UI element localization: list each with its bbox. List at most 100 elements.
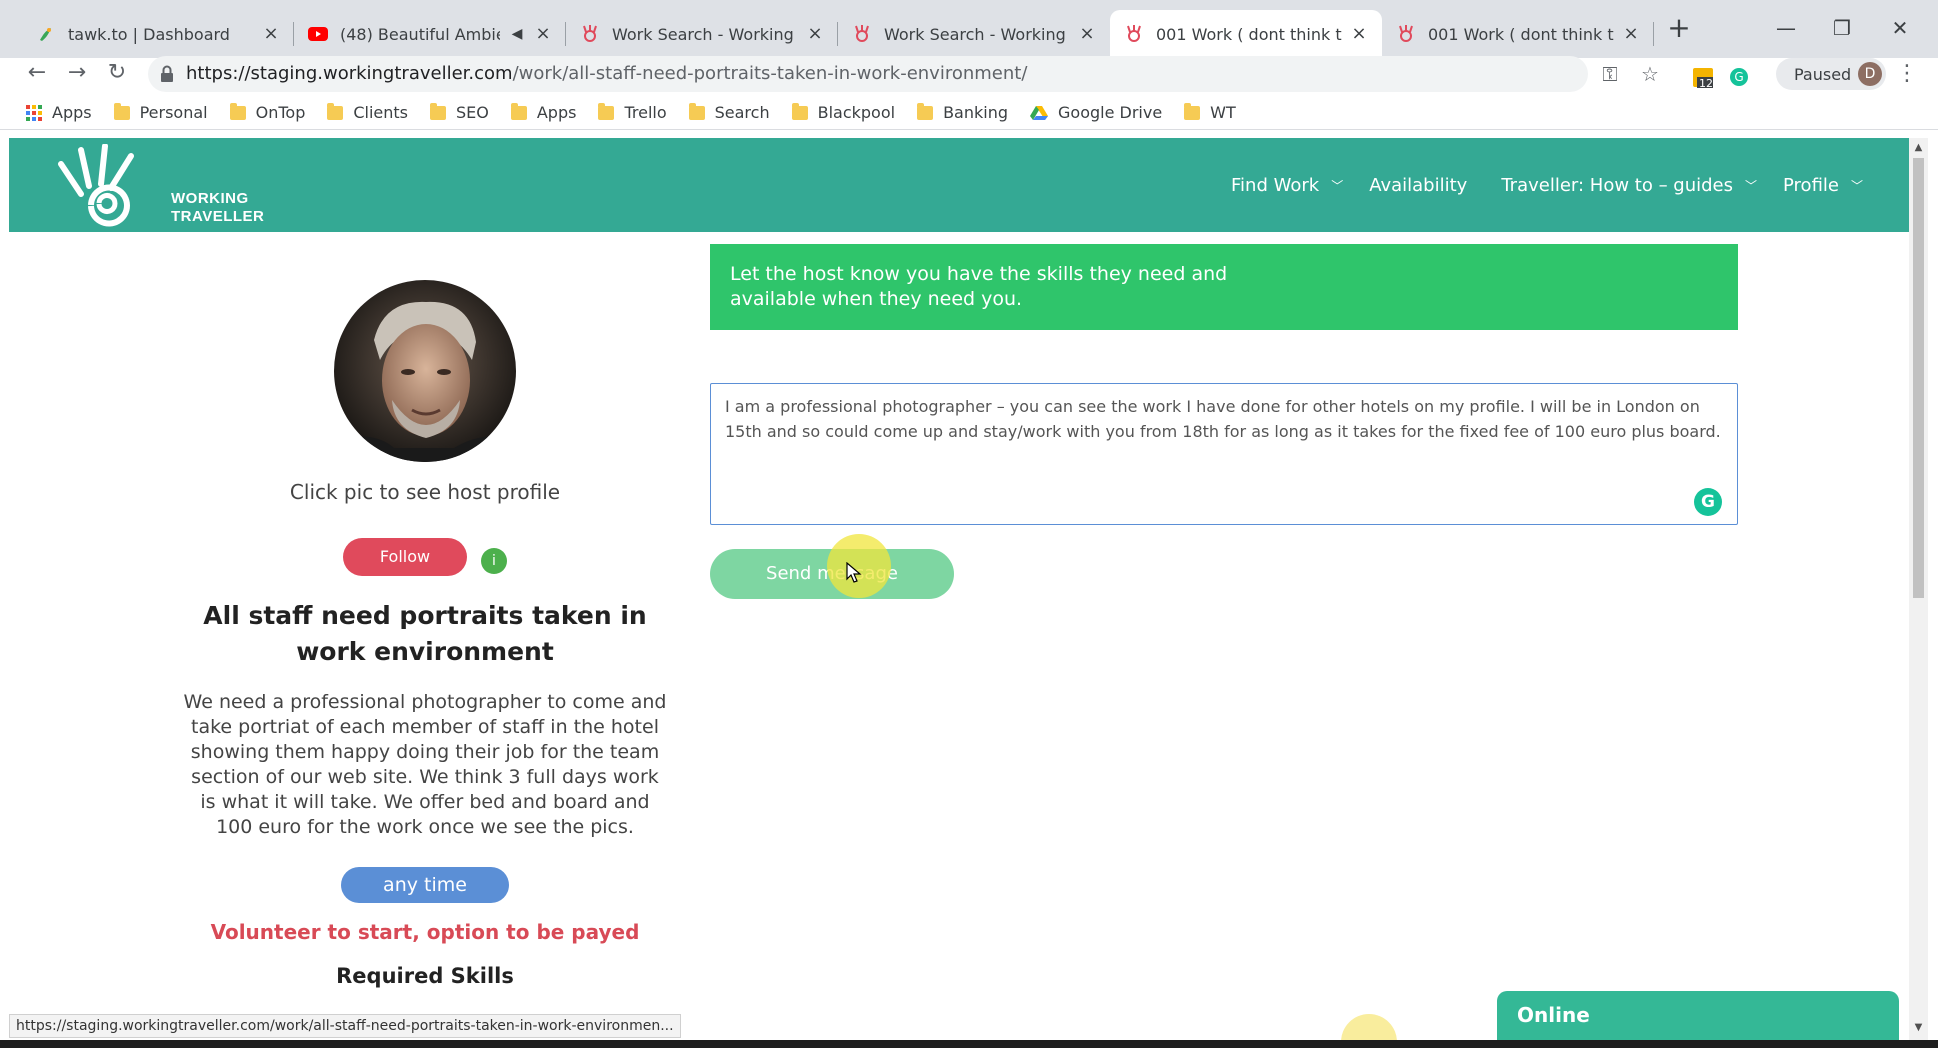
hand-logo-icon [58,143,134,227]
chevron-down-icon: ﹀ [1331,178,1344,193]
folder-icon [327,102,344,120]
nav-find-work[interactable]: Find Work ﹀ [1231,175,1343,196]
bookmark-label: Banking [943,103,1008,122]
nav-label: Traveller: How to – guides [1501,174,1733,196]
browser-tab[interactable]: (48) Beautiful Ambient Sp ◀ × [294,10,566,58]
chat-widget-online[interactable]: Online [1497,991,1899,1040]
close-tab-icon[interactable]: × [534,25,552,43]
mouse-cursor-icon [846,562,862,583]
working-traveller-icon [580,24,600,44]
site-header: WORKING TRAVELLER Find Work ﹀ Availabilit… [9,138,1909,232]
close-tab-icon[interactable]: × [262,25,280,43]
url-text: https://staging.workingtraveller.com/wor… [186,56,1027,92]
back-arrow-icon[interactable]: ← [22,58,52,88]
bookmark-personal[interactable]: Personal [113,102,208,122]
folder-icon [229,102,246,120]
reload-icon[interactable]: ↻ [102,58,132,88]
bookmark-banking[interactable]: Banking [917,102,1008,122]
bookmark-label: Trello [624,103,667,122]
close-tab-icon[interactable]: × [1622,25,1640,43]
address-bar[interactable]: https://staging.workingtraveller.com/wor… [148,56,1659,92]
bookmark-clients[interactable]: Clients [327,102,408,122]
nav-availability[interactable]: Availability [1369,175,1467,196]
folder-icon [917,102,934,120]
bookmark-apps[interactable]: Apps [26,103,92,122]
window-bottom-edge [0,1040,1938,1048]
bookmark-label: WT [1210,103,1236,122]
close-tab-icon[interactable]: × [806,25,824,43]
folder-icon [113,102,130,120]
bookmark-label: Google Drive [1058,103,1163,122]
folder-icon [791,102,808,120]
bookmark-label: Apps [536,103,577,122]
browser-tab[interactable]: 001 Work ( dont think this is × [1382,10,1654,58]
browser-tab[interactable]: Work Search - Working Trave × [838,10,1110,58]
host-portrait-image [334,280,516,462]
key-icon[interactable]: ⚿ [1598,62,1622,86]
star-icon[interactable]: ☆ [1638,62,1662,86]
bookmark-google-drive[interactable]: Google Drive [1030,103,1162,122]
scroll-down-icon[interactable]: ▼ [1912,1022,1925,1033]
payment-terms: Volunteer to start, option to be payed [210,920,640,944]
bookmark-blackpool[interactable]: Blackpool [791,102,895,122]
folder-icon [510,102,527,120]
menu-icon[interactable]: ⋮ [1896,60,1918,88]
tab-separator [1653,22,1654,46]
extension-badge: 12 [1699,77,1713,90]
nav-how-to-guides[interactable]: Traveller: How to – guides ﹀ [1501,175,1757,196]
bookmark-label: Personal [139,103,208,122]
bookmark-wt[interactable]: WT [1184,102,1236,122]
profile-status: Paused [1794,64,1852,84]
page-scrollbar[interactable]: ▲ ▼ [1909,138,1928,1040]
folder-icon [688,102,705,120]
folder-icon [1184,102,1201,120]
host-avatar[interactable] [334,280,516,462]
nav-label: Availability [1369,174,1468,196]
browser-tab[interactable]: Work Search - Working Trave × [566,10,838,58]
info-icon[interactable]: i [481,548,507,574]
follow-button[interactable]: Follow [343,538,467,576]
main-navigation: Find Work ﹀ Availability Traveller: How t… [1205,138,1909,232]
scroll-up-icon[interactable]: ▲ [1912,142,1925,153]
new-tab-button[interactable]: + [1664,14,1694,44]
required-skills-heading: Required Skills [336,964,514,988]
tab-title: 001 Work ( dont think this is [1428,24,1614,44]
restore-icon[interactable]: ❐ [1814,10,1870,46]
logo-line-1: WORKING [171,190,249,207]
bookmark-trello[interactable]: Trello [598,102,667,122]
bookmark-search[interactable]: Search [688,102,770,122]
bookmark-ontop[interactable]: OnTop [229,102,305,122]
grammarly-extension-icon[interactable]: G [1726,64,1752,90]
mute-icon[interactable]: ◀ [508,25,526,43]
bookmark-label: Clients [353,103,408,122]
bookmark-seo[interactable]: SEO [430,102,489,122]
close-window-icon[interactable]: ✕ [1872,10,1928,46]
availability-badge: any time [341,867,509,903]
job-title: All staff need portraits taken in work e… [203,601,647,666]
nav-profile[interactable]: Profile ﹀ [1783,175,1863,196]
forward-arrow-icon[interactable]: → [62,58,92,88]
banner-text: Let the host know you have the skills th… [730,263,1228,310]
minimize-icon[interactable]: — [1758,10,1814,46]
apps-grid-icon [26,104,42,121]
browser-tab-active[interactable]: 001 Work ( dont think this is × [1110,10,1382,58]
lock-icon [161,65,173,82]
close-tab-icon[interactable]: × [1078,25,1096,43]
message-textarea[interactable]: I am a professional photographer – you c… [710,383,1738,525]
tab-title: (48) Beautiful Ambient Sp [340,24,500,44]
browser-tab[interactable]: tawk.to | Dashboard × [22,10,294,58]
tab-title: 001 Work ( dont think this is [1156,24,1342,44]
working-traveller-logo[interactable]: WORKING TRAVELLER [51,143,264,228]
close-tab-icon[interactable]: × [1350,25,1368,43]
bookmark-apps[interactable]: Apps [510,102,577,122]
folder-icon [430,102,446,120]
avatar: D [1858,62,1882,86]
extension-calendar-icon[interactable]: 12 [1690,64,1716,90]
profile-button[interactable]: Paused D [1776,58,1886,90]
bookmarks-bar: Apps Personal OnTop Clients SEO Apps Trello Sea… [0,96,1938,130]
grammarly-icon[interactable]: G [1694,488,1722,516]
bookmark-label: SEO [456,103,489,122]
scroll-thumb[interactable] [1913,158,1924,598]
job-description: We need a professional photographer to c… [183,691,667,838]
nav-label: Find Work [1231,174,1320,196]
